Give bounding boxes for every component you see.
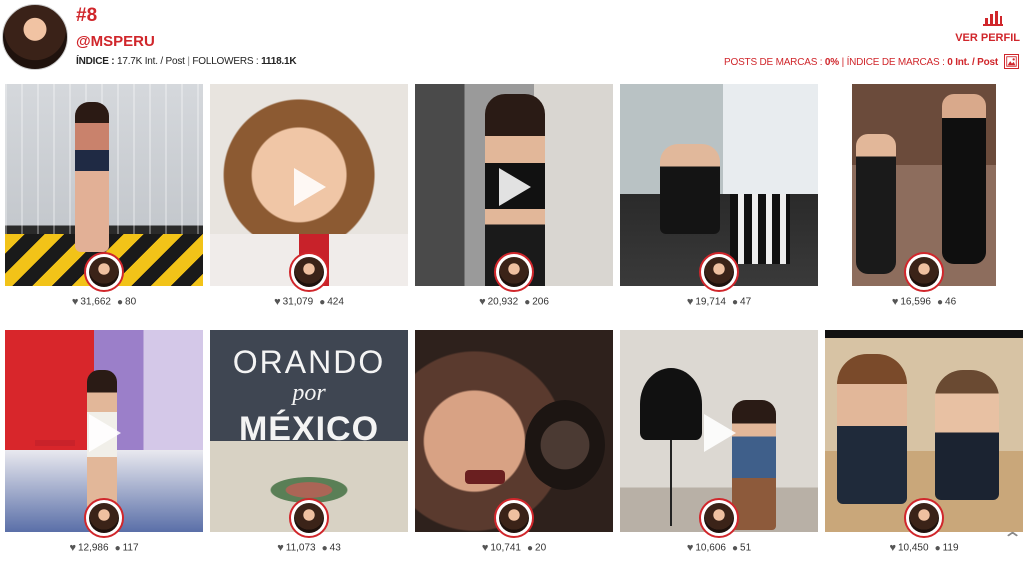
- post-stats: ♥ 10,450 ● 119: [825, 542, 1023, 554]
- comment-icon: ●: [526, 542, 534, 554]
- post-avatar: [699, 498, 739, 538]
- heart-icon: ♥: [686, 296, 694, 308]
- profile-handle[interactable]: @MSPERU: [76, 33, 155, 50]
- post-card[interactable]: ♥ 12,986 ● 117: [5, 330, 203, 560]
- bar-chart-icon[interactable]: [982, 10, 1004, 26]
- likes-count: 10,450: [897, 542, 929, 554]
- post-text-line-2: por: [292, 380, 326, 406]
- post-avatar: [494, 252, 534, 292]
- post-stats: ♥ 31,079 ● 424: [210, 296, 408, 308]
- comments-count: 47: [740, 296, 752, 308]
- comment-icon: ●: [319, 296, 326, 308]
- post-avatar: [84, 252, 124, 292]
- post-avatar: [289, 252, 329, 292]
- comment-icon: ●: [934, 542, 941, 554]
- post-stats: ♥ 20,932 ● 206: [415, 296, 613, 308]
- likes-count: 19,714: [695, 296, 726, 308]
- brand-index-value: 0 Int. / Post: [947, 57, 998, 68]
- comment-icon: ●: [936, 296, 944, 308]
- index-value: 17.7K Int. / Post: [117, 56, 185, 67]
- likes-count: 10,741: [490, 542, 521, 554]
- post-stats: ♥ 10,741 ● 20: [415, 542, 613, 554]
- heart-icon: ♥: [686, 542, 694, 554]
- brand-index-label: ÍNDICE DE MARCAS :: [846, 57, 945, 68]
- heart-icon: ♥: [889, 542, 896, 554]
- comment-icon: ●: [731, 542, 739, 554]
- post-stats: ♥ 16,596 ● 46: [825, 296, 1023, 308]
- comment-icon: ●: [114, 542, 121, 554]
- post-avatar: [904, 498, 944, 538]
- post-card[interactable]: ♥ 31,079 ● 424: [210, 84, 408, 314]
- heart-icon: ♥: [274, 296, 281, 308]
- followers-label: FOLLOWERS :: [192, 56, 259, 67]
- post-card[interactable]: ♥ 16,596 ● 46: [825, 84, 1023, 314]
- post-avatar: [494, 498, 534, 538]
- profile-rank: #8: [76, 5, 98, 26]
- post-avatar: [84, 498, 124, 538]
- likes-count: 20,932: [487, 296, 519, 308]
- ver-perfil-link[interactable]: VER PERFIL: [955, 32, 1020, 44]
- likes-count: 16,596: [900, 296, 931, 308]
- comment-icon: ●: [116, 296, 124, 308]
- profile-avatar[interactable]: [2, 4, 68, 70]
- comment-icon: ●: [321, 542, 328, 554]
- comments-count: 117: [122, 542, 139, 554]
- likes-count: 31,662: [80, 296, 111, 308]
- post-card[interactable]: ORANDO por MÉXICO ♥ 11,073 ● 43: [210, 330, 408, 560]
- likes-count: 11,073: [285, 542, 316, 554]
- play-icon[interactable]: [89, 414, 121, 452]
- heart-icon: ♥: [277, 542, 284, 554]
- comments-count: 20: [535, 542, 547, 554]
- post-stats: ♥ 12,986 ● 117: [5, 542, 203, 554]
- post-text-line-3: MÉXICO: [238, 410, 380, 448]
- post-stats: ♥ 19,714 ● 47: [620, 296, 818, 308]
- comments-count: 80: [125, 296, 137, 308]
- heart-icon: ♥: [479, 296, 486, 308]
- post-avatar: [289, 498, 329, 538]
- comments-count: 119: [942, 542, 959, 554]
- comments-count: 424: [327, 296, 344, 308]
- post-avatar: [699, 252, 739, 292]
- comment-icon: ●: [731, 296, 739, 308]
- post-stats: ♥ 31,662 ● 80: [5, 296, 203, 308]
- play-icon[interactable]: [499, 168, 531, 206]
- chevron-up-icon[interactable]: ⌃: [1002, 529, 1023, 550]
- post-card[interactable]: ♥ 31,662 ● 80: [5, 84, 203, 314]
- comments-count: 43: [329, 542, 341, 554]
- index-label: ÍNDICE :: [76, 56, 115, 67]
- profile-header: #8 @MSPERU ÍNDICE : 17.7K Int. / Post | …: [0, 0, 1024, 80]
- brand-stats: POSTS DE MARCAS : 0% | ÍNDICE DE MARCAS …: [724, 57, 998, 68]
- brand-posts-value: 0%: [824, 57, 839, 68]
- post-stats: ♥ 11,073 ● 43: [210, 542, 408, 554]
- comments-count: 46: [945, 296, 957, 308]
- heart-icon: ♥: [71, 296, 79, 308]
- post-card[interactable]: ♥ 10,450 ● 119: [825, 330, 1023, 560]
- post-card[interactable]: ♥ 19,714 ● 47: [620, 84, 818, 314]
- post-text-line-1: ORANDO: [232, 344, 386, 380]
- play-icon[interactable]: [704, 414, 736, 452]
- likes-count: 31,079: [282, 296, 314, 308]
- likes-count: 10,606: [695, 542, 726, 554]
- image-icon[interactable]: [1004, 54, 1019, 69]
- play-icon[interactable]: [294, 168, 326, 206]
- comments-count: 206: [532, 296, 549, 308]
- comment-icon: ●: [524, 296, 531, 308]
- profile-stats: ÍNDICE : 17.7K Int. / Post | FOLLOWERS :…: [76, 56, 297, 67]
- brand-posts-label: POSTS DE MARCAS :: [724, 57, 823, 68]
- post-card[interactable]: ♥ 10,741 ● 20: [415, 330, 613, 560]
- heart-icon: ♥: [69, 542, 76, 554]
- followers-value: 1118.1K: [261, 56, 297, 67]
- post-stats: ♥ 10,606 ● 51: [620, 542, 818, 554]
- post-card[interactable]: ♥ 20,932 ● 206: [415, 84, 613, 314]
- post-avatar: [904, 252, 944, 292]
- post-card[interactable]: ♥ 10,606 ● 51: [620, 330, 818, 560]
- heart-icon: ♥: [891, 296, 899, 308]
- heart-icon: ♥: [481, 542, 489, 554]
- comments-count: 51: [740, 542, 752, 554]
- likes-count: 12,986: [77, 542, 109, 554]
